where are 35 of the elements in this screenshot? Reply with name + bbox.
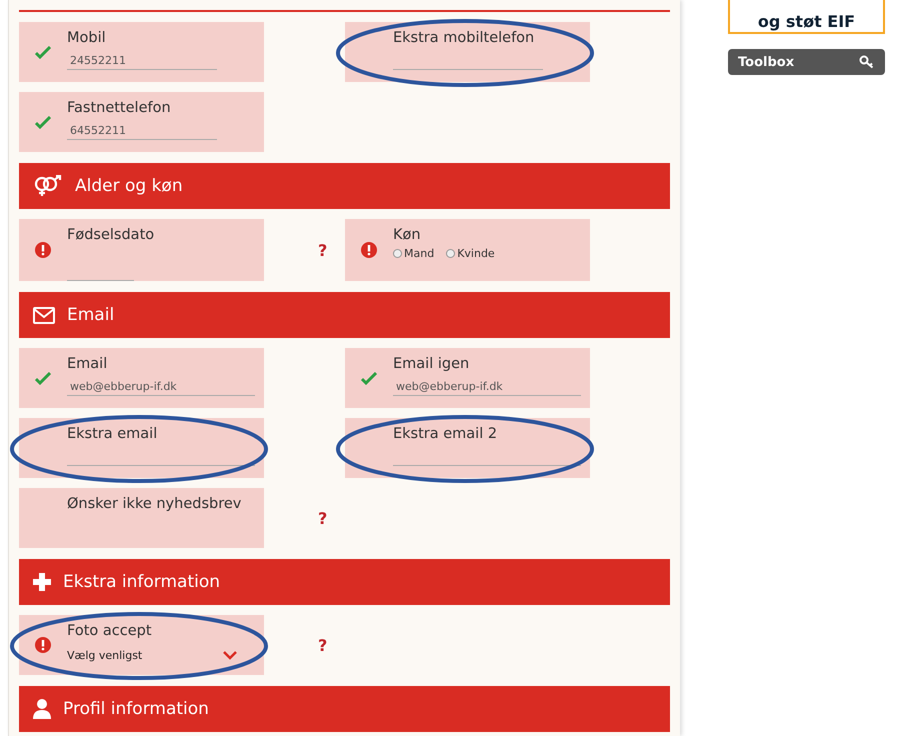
field-label: Ønsker ikke nyhedsbrev xyxy=(67,496,242,512)
field-label: Fastnettelefon xyxy=(67,100,172,116)
toolbox-button[interactable]: Toolbox xyxy=(728,49,885,75)
envelope-icon xyxy=(33,306,55,324)
plus-icon xyxy=(33,573,51,591)
field-label: Fødselsdato xyxy=(67,227,156,243)
gender-icon xyxy=(33,175,63,197)
person-icon xyxy=(33,699,51,719)
section-title: Ekstra information xyxy=(63,572,220,592)
field-label: Foto accept xyxy=(67,623,153,639)
input-field[interactable]: 24552211 xyxy=(67,54,217,70)
field-label: Køn xyxy=(393,227,422,243)
section-title: Profil information xyxy=(63,699,209,719)
radio-button[interactable] xyxy=(393,249,402,258)
section-title: Alder og køn xyxy=(75,176,183,196)
help-mark[interactable]: ? xyxy=(318,508,328,528)
field-label: Email xyxy=(67,356,108,372)
input-field[interactable]: web@ebberup-if.dk xyxy=(67,380,255,396)
field-label: Ekstra mobiltelefon xyxy=(393,30,536,46)
banner[interactable]: og støt EIF xyxy=(728,0,885,34)
key-icon xyxy=(859,55,875,69)
field-label: Ekstra email 2 xyxy=(393,426,498,442)
help-mark[interactable]: ? xyxy=(318,636,328,654)
chevron-icon xyxy=(223,651,237,660)
radio-button[interactable] xyxy=(446,249,456,258)
field-label: Email igen xyxy=(393,356,470,372)
field-label: Ekstra email xyxy=(67,426,158,442)
field-label: Mobil xyxy=(67,30,107,46)
input-field[interactable]: web@ebberup-if.dk xyxy=(393,380,581,396)
section-title: Email xyxy=(67,305,114,325)
input-field[interactable]: 64552211 xyxy=(67,124,217,140)
radio-label: Mand xyxy=(404,247,434,260)
help-mark[interactable]: ? xyxy=(318,240,328,260)
select-field[interactable]: Vælg venligst xyxy=(67,649,237,662)
radio-label: Kvinde xyxy=(457,247,495,260)
